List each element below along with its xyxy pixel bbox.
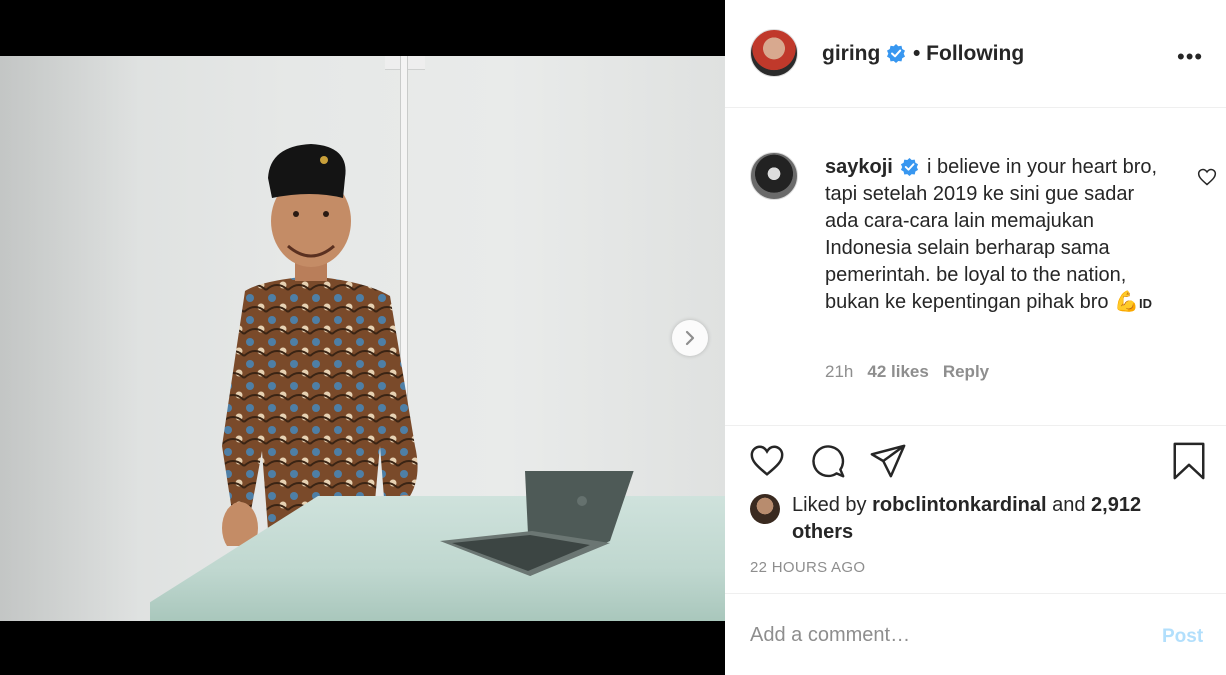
wall-shadow: [0, 56, 140, 621]
person-figure: [222, 144, 423, 546]
add-comment-section: Post: [725, 593, 1226, 675]
author-username[interactable]: giring: [822, 42, 906, 66]
comment-text: i believe in your heart bro, tapi setela…: [825, 156, 1158, 313]
comment-meta: 21h 42 likes Reply: [825, 362, 989, 382]
post-actions: Liked by robclintonkardinal and 2,912 ot…: [725, 425, 1226, 595]
share-paper-plane-icon[interactable]: [869, 442, 907, 480]
post-photo[interactable]: [0, 56, 725, 621]
post-header: giring • Following •••: [725, 0, 1226, 108]
add-comment-input[interactable]: [750, 624, 1130, 647]
verified-badge-icon: [901, 157, 919, 176]
author-avatar[interactable]: [750, 29, 798, 77]
liker-avatar[interactable]: [750, 494, 780, 524]
flag-indonesia-text: ID: [1139, 296, 1153, 311]
liked-by-text: Liked by robclintonkardinal and 2,912 ot…: [792, 492, 1172, 546]
liker-username[interactable]: robclintonkardinal: [872, 494, 1046, 516]
next-image-button[interactable]: [672, 320, 708, 356]
post-side-panel: giring • Following ••• View replies (1) …: [725, 0, 1226, 675]
reply-button[interactable]: Reply: [943, 362, 989, 382]
post-media: [0, 0, 725, 675]
comment-body: saykoji i believe in your heart bro, tap…: [825, 154, 1160, 317]
laptop: [440, 471, 634, 576]
more-options-icon[interactable]: •••: [1177, 44, 1203, 70]
chevron-right-icon: [685, 330, 695, 346]
like-heart-icon[interactable]: [748, 442, 786, 480]
post-comment-button[interactable]: Post: [1162, 626, 1203, 648]
liked-by-and: and: [1046, 494, 1092, 516]
post-timestamp[interactable]: 22 HOURS AGO: [750, 559, 865, 576]
commenter-avatar[interactable]: [750, 152, 798, 200]
verified-badge-icon: [887, 44, 906, 63]
comment-like-heart-icon[interactable]: [1197, 167, 1217, 187]
following-status[interactable]: • Following: [913, 42, 1024, 66]
comment-bubble-icon[interactable]: [809, 442, 847, 480]
comment-likes[interactable]: 42 likes: [867, 362, 928, 382]
commenter-username[interactable]: saykoji: [825, 156, 893, 178]
liked-by-prefix: Liked by: [792, 494, 873, 516]
comment-time[interactable]: 21h: [825, 362, 853, 382]
save-bookmark-icon[interactable]: [1170, 442, 1208, 480]
author-username-text[interactable]: giring: [822, 42, 880, 65]
